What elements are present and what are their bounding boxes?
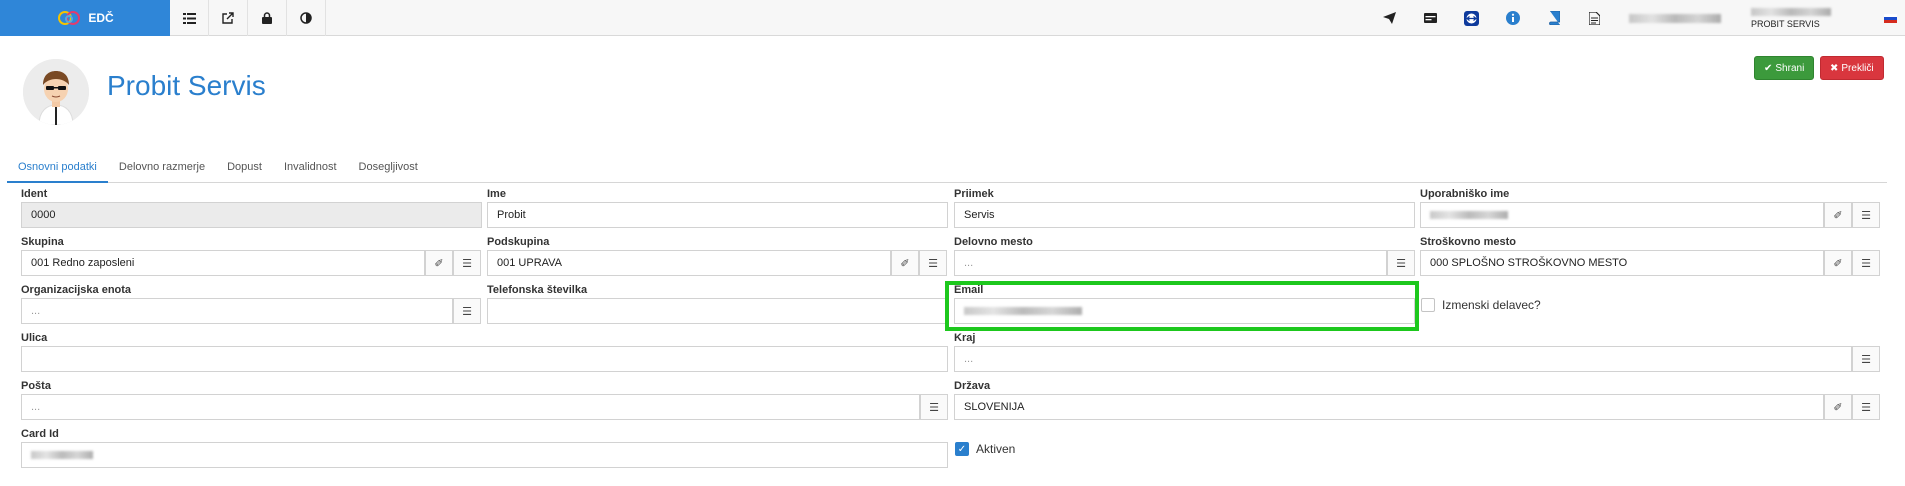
top-bar: EDČ PROBIT SERVIS <box>0 0 1905 36</box>
close-icon: ✖ <box>1830 62 1839 74</box>
priimek-field[interactable]: Servis <box>954 202 1415 228</box>
tab-osnovni-podatki[interactable]: Osnovni podatki <box>7 152 108 183</box>
email-highlight-box <box>945 281 1419 331</box>
list-picker-icon[interactable]: ☰ <box>453 250 481 276</box>
skupina-field[interactable]: 001 Redno zaposleni <box>21 250 425 276</box>
tab-delovno-razmerje[interactable]: Delovno razmerje <box>108 152 216 183</box>
eraser-icon[interactable]: ✐ <box>1824 250 1852 276</box>
card-id-field[interactable] <box>21 442 948 468</box>
card-icon[interactable] <box>1410 0 1451 36</box>
uporabnisko-ime-label: Uporabniško ime <box>1420 188 1510 200</box>
tab-invalidnost[interactable]: Invalidnost <box>273 152 348 183</box>
drzava-field[interactable]: SLOVENIJA <box>954 394 1824 420</box>
list-icon[interactable] <box>170 0 209 36</box>
podskupina-field[interactable]: 001 UPRAVA <box>487 250 891 276</box>
posta-field[interactable]: ... <box>21 394 920 420</box>
ulica-field[interactable] <box>21 346 948 372</box>
list-picker-icon[interactable]: ☰ <box>1387 250 1415 276</box>
stroskovno-mesto-field[interactable]: 000 SPLOŠNO STROŠKOVNO MESTO <box>1420 250 1824 276</box>
ident-field: 0000 <box>21 202 482 228</box>
user-info-blurred <box>1615 0 1735 36</box>
tab-bar: Osnovni podatki Delovno razmerje Dopust … <box>7 152 1887 183</box>
posta-label: Pošta <box>21 380 51 392</box>
list-picker-icon[interactable]: ☰ <box>1852 250 1880 276</box>
podskupina-label: Podskupina <box>487 236 550 248</box>
cancel-button-label: Prekliči <box>1841 62 1874 74</box>
brand-logo[interactable]: EDČ <box>0 0 170 36</box>
ime-field[interactable]: Probit <box>487 202 948 228</box>
ulica-label: Ulica <box>21 332 48 344</box>
tab-dopust[interactable]: Dopust <box>216 152 273 183</box>
save-button-label: Shrani <box>1775 62 1805 74</box>
eraser-icon[interactable]: ✐ <box>891 250 919 276</box>
page-title: Probit Servis <box>107 70 266 101</box>
list-picker-icon[interactable]: ☰ <box>920 394 948 420</box>
card-id-label: Card Id <box>21 428 59 440</box>
user-subtitle: PROBIT SERVIS <box>1751 18 1820 29</box>
edc-logo-icon <box>58 11 81 25</box>
list-picker-icon[interactable]: ☰ <box>1852 202 1880 228</box>
kraj-field[interactable]: ... <box>954 346 1852 372</box>
telefonska-label: Telefonska številka <box>487 284 588 296</box>
kraj-label: Kraj <box>954 332 976 344</box>
external-link-icon[interactable] <box>209 0 248 36</box>
organizacijska-enota-field[interactable]: ... <box>21 298 453 324</box>
aktiven-checkbox[interactable]: ✓ <box>955 442 969 456</box>
check-icon: ✔ <box>1764 62 1773 74</box>
priimek-label: Priimek <box>954 188 994 200</box>
list-picker-icon[interactable]: ☰ <box>919 250 947 276</box>
lock-icon[interactable] <box>248 0 287 36</box>
book-icon[interactable] <box>1533 0 1574 36</box>
info-icon[interactable] <box>1492 0 1533 36</box>
izmenski-label: Izmenski delavec? <box>1442 298 1541 312</box>
user-name-blurred <box>1751 7 1831 16</box>
telefonska-field[interactable] <box>487 298 948 324</box>
drzava-label: Država <box>954 380 991 392</box>
language-flag-icon[interactable] <box>1875 13 1905 23</box>
list-picker-icon[interactable]: ☰ <box>1852 394 1880 420</box>
aktiven-label: Aktiven <box>976 442 1016 456</box>
contrast-icon[interactable] <box>287 0 326 36</box>
brand-name: EDČ <box>88 11 114 25</box>
eraser-icon[interactable]: ✐ <box>1824 202 1852 228</box>
teamviewer-icon[interactable] <box>1451 0 1492 36</box>
send-icon[interactable] <box>1369 0 1410 36</box>
stroskovno-mesto-label: Stroškovno mesto <box>1420 236 1516 248</box>
avatar-illustration-icon <box>23 59 89 125</box>
tab-dosegljivost[interactable]: Dosegljivost <box>348 152 429 183</box>
cancel-button[interactable]: ✖ Prekliči <box>1820 56 1884 80</box>
list-picker-icon[interactable]: ☰ <box>1852 346 1880 372</box>
ident-label: Ident <box>21 188 48 200</box>
document-icon[interactable] <box>1574 0 1615 36</box>
save-button[interactable]: ✔ Shrani <box>1754 56 1815 80</box>
ime-label: Ime <box>487 188 506 200</box>
user-menu[interactable]: PROBIT SERVIS <box>1735 0 1875 36</box>
eraser-icon[interactable]: ✐ <box>1824 394 1852 420</box>
skupina-label: Skupina <box>21 236 64 248</box>
delovno-mesto-field[interactable]: ... <box>954 250 1387 276</box>
avatar <box>23 59 89 125</box>
delovno-mesto-label: Delovno mesto <box>954 236 1033 248</box>
eraser-icon[interactable]: ✐ <box>425 250 453 276</box>
organizacijska-enota-label: Organizacijska enota <box>21 284 132 296</box>
list-picker-icon[interactable]: ☰ <box>453 298 481 324</box>
izmenski-checkbox[interactable] <box>1421 298 1435 312</box>
uporabnisko-ime-field[interactable] <box>1420 202 1824 228</box>
